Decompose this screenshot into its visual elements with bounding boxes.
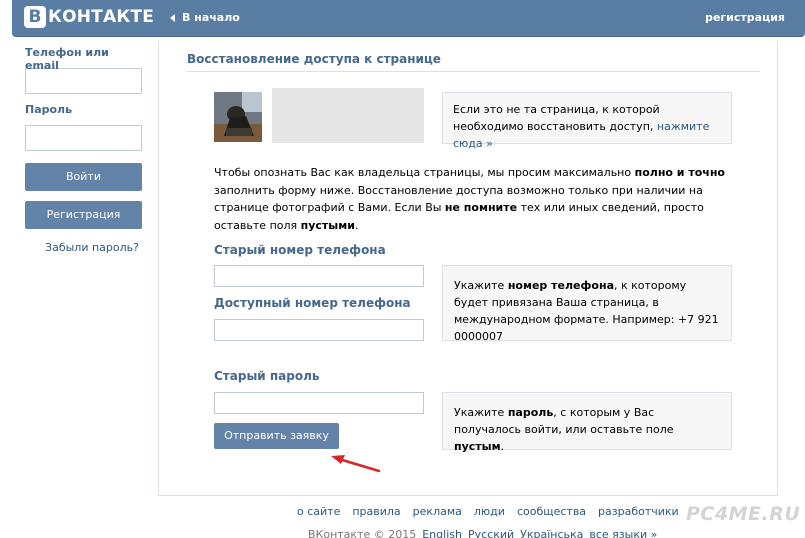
restore-access-panel: Восстановление доступа к странице Если э… (158, 41, 778, 496)
not-your-page-text: Если это не та страница, к которой необх… (453, 103, 660, 133)
instructions-text: Чтобы опознать Вас как владельца страниц… (214, 164, 739, 234)
phone-hint-bold: номер телефона (507, 279, 614, 292)
password-hint-part: . (500, 440, 505, 453)
lang-russian[interactable]: Русский (468, 528, 514, 538)
old-password-label: Старый пароль (214, 369, 320, 383)
lang-english[interactable]: English (422, 528, 462, 538)
copyright-text: ВКонтакте © 2015 (308, 528, 417, 538)
header-register-link[interactable]: регистрация (705, 11, 785, 24)
not-your-page-hint: Если это не та страница, к которой необх… (442, 92, 732, 150)
login-sidebar: Телефон или email Пароль Войти Регистрац… (25, 46, 143, 254)
footer-copyright-row: ВКонтакте © 2015 English Русский Українська… (308, 528, 657, 538)
footer-link-rules[interactable]: правила (352, 505, 400, 518)
password-input[interactable] (25, 125, 142, 151)
watermark-text: PC4ME.RU (686, 503, 801, 525)
red-arrow-icon (331, 455, 381, 473)
footer-link-people[interactable]: люди (474, 505, 505, 518)
password-hint-bold: пустым (454, 440, 501, 453)
page-title: Восстановление доступа к странице (187, 52, 441, 66)
instructions-bold: полно и точно (634, 166, 725, 179)
instructions-bold: не помните (444, 201, 518, 214)
old-phone-input[interactable] (214, 265, 424, 287)
password-hint: Укажите пароль, с которым у Вас получало… (442, 392, 732, 453)
top-header: В КОНТАКТЕ В начало регистрация (12, 0, 805, 37)
vk-logo-text: КОНТАКТЕ (48, 7, 155, 27)
instructions-bold: пустыми (300, 218, 355, 232)
instructions-part: Чтобы опознать Вас как владельца страниц… (214, 166, 635, 179)
old-password-input[interactable] (214, 392, 424, 414)
password-hint-part: Укажите (454, 406, 508, 419)
phone-hint-part: Укажите (454, 279, 508, 292)
home-link[interactable]: В начало (170, 11, 240, 24)
footer-links: о сайте правила реклама люди сообщества … (297, 505, 691, 518)
submit-request-button[interactable]: Отправить заявку (214, 423, 339, 449)
lang-ukrainian[interactable]: Українська (520, 528, 583, 538)
new-phone-input[interactable] (214, 319, 424, 341)
register-button[interactable]: Регистрация (25, 201, 142, 229)
profile-photo (214, 92, 262, 142)
profile-name-placeholder (272, 88, 424, 143)
footer-link-about[interactable]: о сайте (297, 505, 340, 518)
vk-logo[interactable]: В КОНТАКТЕ (24, 6, 154, 28)
vk-logo-icon: В (24, 6, 46, 28)
phone-hint: Укажите номер телефона, к которому будет… (442, 265, 732, 343)
back-arrow-icon (170, 13, 175, 22)
old-phone-label: Старый номер телефона (214, 243, 386, 257)
footer-link-developers[interactable]: разработчики (598, 505, 679, 518)
home-link-label: В начало (182, 11, 240, 24)
password-label: Пароль (25, 103, 73, 116)
password-hint-bold: пароль (507, 406, 554, 419)
footer-link-ads[interactable]: реклама (413, 505, 462, 518)
login-button[interactable]: Войти (25, 163, 142, 191)
instructions-part: . (354, 218, 359, 232)
login-label: Телефон или email (25, 46, 109, 72)
footer-link-communities[interactable]: сообщества (517, 505, 586, 518)
new-phone-label: Доступный номер телефона (214, 296, 411, 310)
forgot-password-link[interactable]: Забыли пароль? (33, 241, 151, 254)
lang-all[interactable]: все языки » (589, 528, 657, 538)
title-divider (186, 71, 760, 72)
